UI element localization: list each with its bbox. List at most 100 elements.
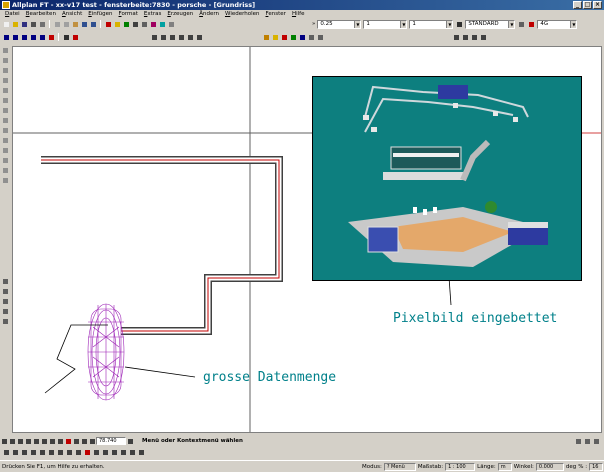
- stretch-icon[interactable]: [186, 33, 194, 41]
- status-mode[interactable]: ? Menü: [383, 462, 416, 471]
- zoom-extents-icon[interactable]: [470, 33, 478, 41]
- print-preview-icon[interactable]: [38, 20, 46, 28]
- grid-icon[interactable]: [131, 20, 139, 28]
- mid-input-icon[interactable]: [110, 448, 118, 456]
- menu-fenster[interactable]: Fenster: [263, 10, 289, 19]
- next-view-icon[interactable]: [88, 437, 96, 445]
- layer-lock-icon[interactable]: [1, 287, 10, 296]
- fill-icon[interactable]: [271, 33, 279, 41]
- angle-icon[interactable]: [1, 156, 10, 165]
- line-tool-icon[interactable]: [2, 33, 10, 41]
- cancel-icon[interactable]: [83, 448, 91, 456]
- zoom-out-icon[interactable]: [8, 437, 16, 445]
- measure-icon[interactable]: [1, 146, 10, 155]
- status-percent[interactable]: 16: [589, 462, 604, 471]
- format-arrow-icon[interactable]: [316, 33, 324, 41]
- zoom-in-icon[interactable]: [0, 437, 8, 445]
- arrow-right-icon[interactable]: [24, 437, 32, 445]
- menu-bearbeiten[interactable]: Bearbeiten: [23, 10, 59, 19]
- pick-icon[interactable]: [126, 437, 134, 445]
- fileset-icon[interactable]: [122, 20, 130, 28]
- dy-icon[interactable]: [29, 448, 37, 456]
- layer-icon[interactable]: [104, 20, 112, 28]
- print-icon[interactable]: [29, 20, 37, 28]
- arrow-up-icon[interactable]: [32, 437, 40, 445]
- y-input-icon[interactable]: [65, 448, 73, 456]
- distance-icon[interactable]: [1, 166, 10, 175]
- embedded-pixel-image[interactable]: [312, 76, 582, 281]
- options-icon[interactable]: [583, 437, 591, 445]
- pencil-icon[interactable]: [71, 33, 79, 41]
- smartpart-icon[interactable]: [62, 33, 70, 41]
- arrow-left-icon[interactable]: [16, 437, 24, 445]
- pen-select[interactable]: 0.25 ▼: [317, 19, 362, 29]
- menu-hilfe[interactable]: Hilfe: [289, 10, 308, 19]
- paste-icon[interactable]: [71, 20, 79, 28]
- window-zoom-icon[interactable]: [56, 437, 64, 445]
- marker-icon[interactable]: [280, 33, 288, 41]
- menu-extras[interactable]: Extras: [141, 10, 164, 19]
- snap-tangent-icon[interactable]: [1, 96, 10, 105]
- menu-aendern[interactable]: Ändern: [196, 10, 222, 19]
- ortho-icon[interactable]: [1, 126, 10, 135]
- layer-code-select[interactable]: 4G ▼: [537, 19, 578, 29]
- undo-input-icon[interactable]: [2, 448, 10, 456]
- maximize-button[interactable]: □: [583, 1, 592, 9]
- sum-input-icon[interactable]: [92, 448, 100, 456]
- sum-icon[interactable]: [1, 176, 10, 185]
- open-folder-icon[interactable]: [11, 20, 19, 28]
- absolute-input-icon[interactable]: [137, 448, 145, 456]
- copy-object-icon[interactable]: [159, 33, 167, 41]
- snap-mid-icon[interactable]: [1, 56, 10, 65]
- format-paint-icon[interactable]: [262, 33, 270, 41]
- expand-icon[interactable]: [592, 437, 600, 445]
- previous-view-icon[interactable]: [80, 437, 88, 445]
- snap-center-icon[interactable]: [1, 106, 10, 115]
- filter-icon[interactable]: [1, 317, 10, 326]
- pan-icon[interactable]: [461, 33, 469, 41]
- arrow-down-icon[interactable]: [40, 437, 48, 445]
- snap-grid-icon[interactable]: [1, 116, 10, 125]
- refresh-icon[interactable]: [48, 437, 56, 445]
- snap-intersect-icon[interactable]: [1, 76, 10, 85]
- layer-color-icon[interactable]: [527, 20, 535, 28]
- list-icon[interactable]: [140, 20, 148, 28]
- zoom-icon[interactable]: [452, 33, 460, 41]
- status-length[interactable]: m: [497, 462, 512, 471]
- dz-icon[interactable]: [38, 448, 46, 456]
- modify-icon[interactable]: [195, 33, 203, 41]
- menu-einfuegen[interactable]: Einfügen: [85, 10, 115, 19]
- view-3d-icon[interactable]: [479, 33, 487, 41]
- render-icon[interactable]: [158, 20, 166, 28]
- menu-ansicht[interactable]: Ansicht: [59, 10, 85, 19]
- cut-icon[interactable]: [53, 20, 61, 28]
- new-file-icon[interactable]: [2, 20, 10, 28]
- line-style-icon[interactable]: [455, 20, 463, 28]
- copy-icon[interactable]: [62, 20, 70, 28]
- menu-wiederholen[interactable]: Wiederholen: [222, 10, 263, 19]
- layer-manager-icon[interactable]: [289, 33, 297, 41]
- rotate-icon[interactable]: [168, 33, 176, 41]
- menu-datei[interactable]: Datei: [2, 10, 23, 19]
- section-icon[interactable]: [64, 437, 72, 445]
- coordinate-field[interactable]: 78.740: [96, 437, 126, 445]
- mirror-icon[interactable]: [177, 33, 185, 41]
- polyline-tool-icon[interactable]: [11, 33, 19, 41]
- animation-icon[interactable]: [149, 20, 157, 28]
- move-icon[interactable]: [150, 33, 158, 41]
- undo-icon[interactable]: [80, 20, 88, 28]
- lock-icon[interactable]: [113, 20, 121, 28]
- angle-input-icon[interactable]: [47, 448, 55, 456]
- status-angle[interactable]: 0.000: [535, 462, 564, 471]
- hatch-tool-icon[interactable]: [38, 33, 46, 41]
- relative-input-icon[interactable]: [128, 448, 136, 456]
- pen-icon[interactable]: [1, 297, 10, 306]
- layer-visibility-icon[interactable]: [1, 277, 10, 286]
- divide-input-icon[interactable]: [119, 448, 127, 456]
- match-icon[interactable]: [307, 33, 315, 41]
- delete-input-icon[interactable]: [11, 448, 19, 456]
- text-tool-icon[interactable]: [29, 33, 37, 41]
- layer-settings-icon[interactable]: [517, 20, 525, 28]
- select-icon[interactable]: [1, 307, 10, 316]
- x-input-icon[interactable]: [56, 448, 64, 456]
